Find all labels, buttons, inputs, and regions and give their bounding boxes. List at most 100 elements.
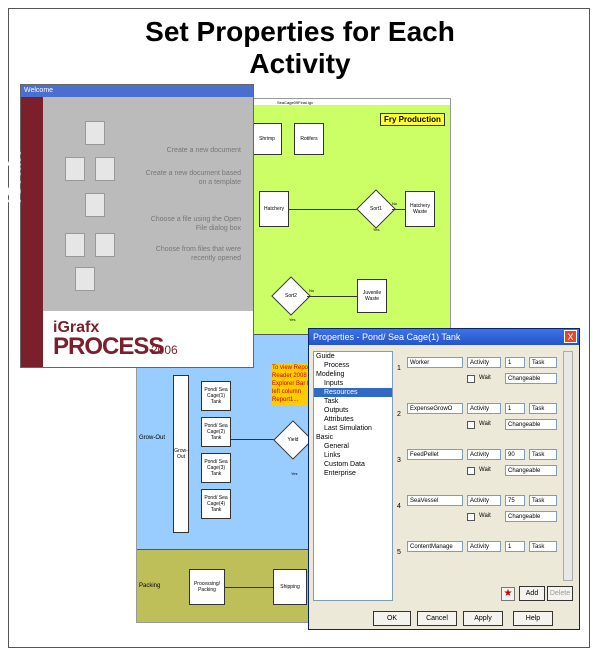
tree-item[interactable]: Guide <box>314 352 392 361</box>
scope-select[interactable]: Activity <box>467 403 501 414</box>
wait-checkbox[interactable] <box>467 467 475 475</box>
template-thumbnail[interactable] <box>95 157 115 181</box>
template-thumbnail[interactable] <box>95 233 115 257</box>
resource-person-icon: ★ <box>501 587 515 601</box>
tree-item[interactable]: Last Simulation <box>314 424 392 433</box>
quantity-field[interactable]: 90 <box>505 449 525 460</box>
category-tree[interactable]: Guide Process Modeling Inputs Resources Task O… <box>313 351 393 601</box>
rotifers-box[interactable]: Rotifers <box>294 123 324 155</box>
tree-item[interactable]: Attributes <box>314 415 392 424</box>
connector <box>225 587 273 588</box>
connector <box>231 439 275 440</box>
row-number: 2 <box>397 411 401 418</box>
row-number: 3 <box>397 457 401 464</box>
template-thumbnail[interactable] <box>85 193 105 217</box>
row-number: 4 <box>397 503 401 510</box>
hatchery-box[interactable]: Hatchery <box>259 191 289 227</box>
apply-button[interactable]: Apply <box>463 611 503 626</box>
mode-select[interactable]: Changeable <box>505 373 557 384</box>
yes-label: Yes <box>373 227 380 232</box>
pond1-box[interactable]: Pond/ Sea Cage(1) Tank <box>201 381 231 411</box>
template-thumbnail[interactable] <box>65 233 85 257</box>
sort1-label: Sort1 <box>370 206 382 212</box>
tree-item[interactable]: Outputs <box>314 406 392 415</box>
tree-item[interactable]: Modeling <box>314 370 392 379</box>
resource-select[interactable]: ContentManage <box>407 541 463 552</box>
quantity-field[interactable]: 1 <box>505 403 525 414</box>
hatchery-waste-box[interactable]: Hatchery Waste <box>405 191 435 227</box>
unit-select[interactable]: Task <box>529 495 557 506</box>
unit-select[interactable]: Task <box>529 449 557 460</box>
mode-select[interactable]: Changeable <box>505 511 557 522</box>
sort2-label: Sort2 <box>285 293 297 299</box>
wait-label: Wait <box>479 375 491 381</box>
tree-item[interactable]: Custom Data <box>314 460 392 469</box>
connector <box>392 209 405 210</box>
shipping-box[interactable]: Shipping <box>273 569 307 605</box>
row-number: 1 <box>397 365 401 372</box>
footer-product: PROCESS <box>53 333 164 360</box>
tree-item[interactable]: Resources <box>314 388 392 397</box>
wait-checkbox[interactable] <box>467 421 475 429</box>
no-label: No <box>392 201 398 206</box>
dialog-title: Properties - Pond/ Sea Cage(1) Tank <box>313 332 461 342</box>
mode-select[interactable]: Changeable <box>505 419 557 430</box>
resource-select[interactable]: SeaVessel <box>407 495 463 506</box>
resource-row: 2 ExpenseGrowO Activity 1 Task Wait Changeable <box>395 397 565 443</box>
tree-item[interactable]: Task <box>314 397 392 406</box>
resource-select[interactable]: FeedPellet <box>407 449 463 460</box>
grow-out-lane-label: Grow-Out <box>139 435 166 441</box>
slide-title-line2: Activity <box>249 48 351 79</box>
footer-side <box>21 311 43 367</box>
scope-select[interactable]: Activity <box>467 541 501 552</box>
resource-select[interactable]: Worker <box>407 357 463 368</box>
juvenile-waste-box[interactable]: Juvenile Waste <box>357 279 387 313</box>
wait-checkbox[interactable] <box>467 375 475 383</box>
wait-checkbox[interactable] <box>467 513 475 521</box>
scope-select[interactable]: Activity <box>467 357 501 368</box>
add-button[interactable]: Add <box>519 586 545 601</box>
tree-item[interactable]: General <box>314 442 392 451</box>
welcome-footer: iGrafx PROCESS 2006 <box>21 311 253 367</box>
tree-item[interactable]: Inputs <box>314 379 392 388</box>
welcome-side-panel: iGrafx <box>5 97 43 312</box>
delete-button[interactable]: Delete <box>547 586 573 601</box>
shrimp-box[interactable]: Shrimp <box>252 123 282 155</box>
template-thumbnail[interactable] <box>75 267 95 291</box>
quantity-field[interactable]: 1 <box>505 357 525 368</box>
create-from-template-link[interactable]: Create a new document based on a templat… <box>141 169 241 187</box>
unit-select[interactable]: Task <box>529 403 557 414</box>
pond3-box[interactable]: Pond/ Sea Cage(3) Tank <box>201 453 231 483</box>
scope-select[interactable]: Activity <box>467 449 501 460</box>
scope-select[interactable]: Activity <box>467 495 501 506</box>
template-thumbnail[interactable] <box>65 157 85 181</box>
template-thumbnail[interactable] <box>85 121 105 145</box>
processing-box[interactable]: Processing/ Packing <box>189 569 225 605</box>
close-icon[interactable]: X <box>564 330 577 343</box>
cancel-button[interactable]: Cancel <box>417 611 457 626</box>
mode-select[interactable]: Changeable <box>505 465 557 476</box>
unit-select[interactable]: Task <box>529 357 557 368</box>
wait-label: Wait <box>479 513 491 519</box>
resource-select[interactable]: ExpenseGrowO <box>407 403 463 414</box>
yes-label-3: Yes <box>291 471 298 476</box>
help-button[interactable]: Help <box>513 611 553 626</box>
quantity-field[interactable]: 1 <box>505 541 525 552</box>
unit-select[interactable]: Task <box>529 541 557 552</box>
connector <box>289 209 359 210</box>
tree-item[interactable]: Enterprise <box>314 469 392 478</box>
open-file-link[interactable]: Choose a file using the Open File dialog… <box>141 215 241 233</box>
tree-item[interactable]: Process <box>314 361 392 370</box>
rows-scrollbar[interactable] <box>563 351 573 581</box>
connector <box>307 296 357 297</box>
pond4-box[interactable]: Pond/ Sea Cage(4) Tank <box>201 489 231 519</box>
pond2-box[interactable]: Pond/ Sea Cage(2) Tank <box>201 417 231 447</box>
tree-item[interactable]: Links <box>314 451 392 460</box>
tree-item[interactable]: Basic <box>314 433 392 442</box>
recent-files-link[interactable]: Choose from files that were recently ope… <box>141 245 241 263</box>
resource-row: 3 FeedPellet Activity 90 Task Wait Changeable <box>395 443 565 489</box>
grow-out-bar[interactable]: Grow-Out <box>173 375 189 533</box>
ok-button[interactable]: OK <box>373 611 411 626</box>
quantity-field[interactable]: 75 <box>505 495 525 506</box>
create-new-document-link[interactable]: Create a new document <box>141 146 241 155</box>
